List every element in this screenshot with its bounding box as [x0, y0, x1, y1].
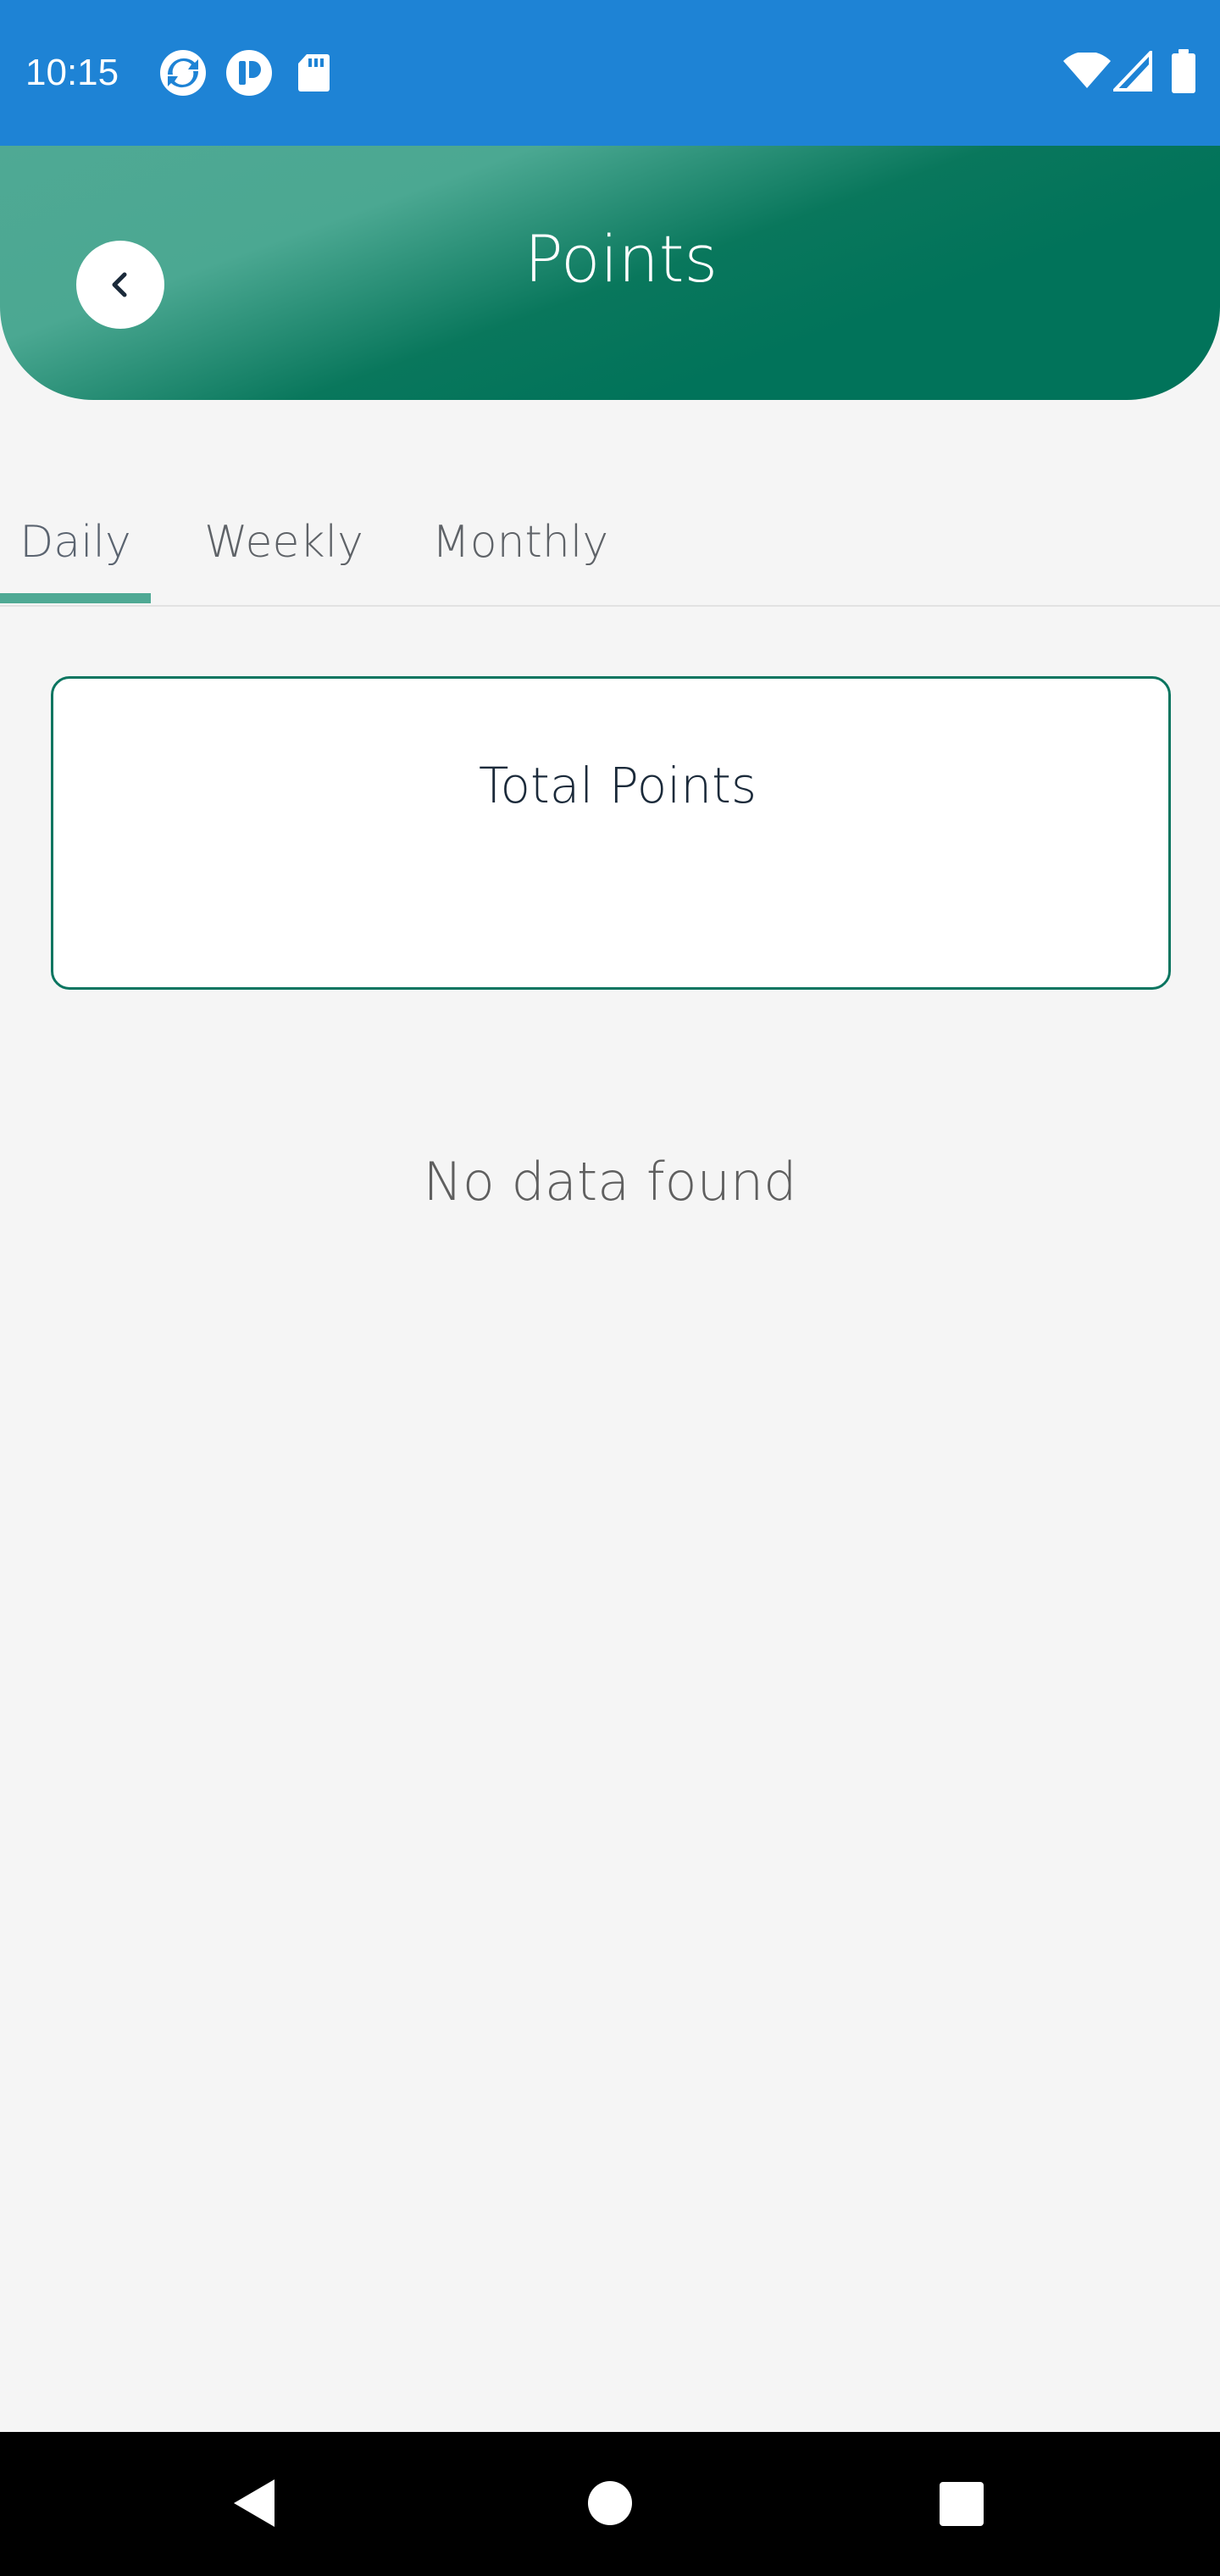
tab-indicator: [0, 593, 151, 603]
tab-label: Daily: [19, 517, 131, 568]
tab-monthly[interactable]: Monthly: [419, 500, 622, 605]
sd-card-icon: [297, 53, 330, 97]
wifi-icon: [1062, 51, 1112, 93]
total-points-label: Total Points: [478, 757, 757, 814]
page-title: Points: [524, 221, 718, 297]
tab-label: Monthly: [431, 517, 609, 568]
app-icon: [225, 49, 273, 100]
battery-icon: [1171, 49, 1196, 97]
tab-label: Weekly: [204, 517, 363, 568]
signal-icon: [1111, 48, 1152, 95]
tab-weekly[interactable]: Weekly: [186, 500, 381, 605]
home-circle-icon[interactable]: [586, 2479, 634, 2530]
empty-state-message: No data found: [423, 1151, 797, 1213]
system-nav-bar: [0, 2432, 1220, 2576]
header: Points: [0, 146, 1220, 400]
back-triangle-icon[interactable]: [230, 2476, 278, 2534]
total-points-card: Total Points: [51, 676, 1171, 990]
period-tabs: Daily Weekly Monthly: [0, 500, 1220, 607]
recents-square-icon[interactable]: [939, 2481, 984, 2530]
tab-daily[interactable]: Daily: [0, 500, 151, 605]
status-time: 10:15: [25, 52, 119, 93]
sync-icon: [159, 49, 207, 100]
status-bar: 10:15: [0, 0, 1220, 146]
